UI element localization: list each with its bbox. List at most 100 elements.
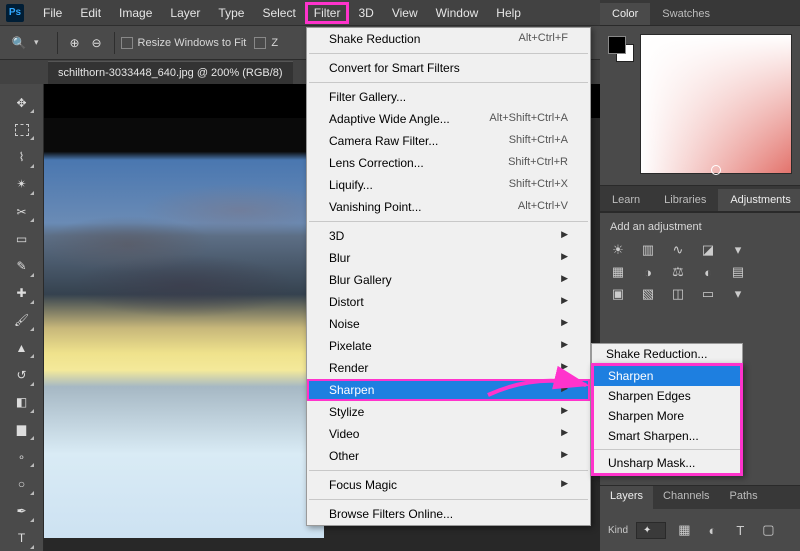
menu-shortcut: Alt+Ctrl+V (518, 200, 568, 214)
color-picker-field[interactable] (640, 34, 792, 174)
blur-tool[interactable]: ∘ (8, 444, 36, 469)
app-logo: Ps (6, 4, 24, 22)
filter-adjust-icon[interactable]: ◐ (702, 521, 722, 539)
sharpen-unsharp-mask[interactable]: Unsharp Mask... (594, 453, 740, 473)
move-tool[interactable]: ✥ (8, 90, 36, 115)
menu-edit[interactable]: Edit (71, 2, 110, 24)
filter-adaptive-wide-angle[interactable]: Adaptive Wide Angle...Alt+Shift+Ctrl+A (307, 108, 590, 130)
bw-icon[interactable]: ◐ (698, 263, 718, 281)
filter-gallery[interactable]: Filter Gallery... (307, 86, 590, 108)
history-brush-tool[interactable]: ↺ (8, 362, 36, 387)
stamp-tool[interactable]: ▲ (8, 335, 36, 360)
filter-video[interactable]: Video (307, 423, 590, 445)
dodge-tool[interactable]: ○ (8, 471, 36, 496)
filter-distort[interactable]: Distort (307, 291, 590, 313)
wand-tool[interactable]: ✴ (8, 172, 36, 197)
tab-adjustments[interactable]: Adjustments (718, 189, 800, 211)
filter-liquify[interactable]: Liquify...Shift+Ctrl+X (307, 174, 590, 196)
filter-type-icon[interactable]: T (730, 521, 750, 539)
menu-type[interactable]: Type (209, 2, 253, 24)
tab-libraries[interactable]: Libraries (652, 189, 718, 211)
checkbox-icon (121, 37, 133, 49)
filter-last-used[interactable]: Shake Reduction Alt+Ctrl+F (307, 28, 590, 50)
poster-icon[interactable]: ▧ (638, 285, 658, 303)
menu-file[interactable]: File (34, 2, 71, 24)
zoom-in-icon[interactable]: ⊕ (64, 32, 86, 54)
gradient-map-icon[interactable]: ▭ (698, 285, 718, 303)
filter-3d[interactable]: 3D (307, 225, 590, 247)
balance-icon[interactable]: ⚖ (668, 263, 688, 281)
zoom-tool-icon[interactable]: 🔍 (8, 32, 30, 54)
eyedropper-tool[interactable]: ✎ (8, 253, 36, 278)
menu-view[interactable]: View (383, 2, 427, 24)
menu-select[interactable]: Select (253, 2, 304, 24)
menu-filter[interactable]: Filter (305, 2, 350, 24)
resize-windows-checkbox[interactable]: Resize Windows to Fit (121, 37, 247, 49)
menu-layer[interactable]: Layer (161, 2, 209, 24)
vibrance-icon[interactable]: ▦ (608, 263, 628, 281)
hue-icon[interactable]: ◑ (638, 263, 658, 281)
gradient-tool[interactable]: ▆ (8, 417, 36, 442)
filter-blur-gallery[interactable]: Blur Gallery (307, 269, 590, 291)
menu-separator (309, 499, 588, 500)
tab-layers[interactable]: Layers (600, 486, 653, 509)
tab-learn[interactable]: Learn (600, 189, 652, 211)
filter-vanishing-point[interactable]: Vanishing Point... Alt+Ctrl+V (307, 196, 590, 218)
caret-icon[interactable]: ▾ (728, 285, 748, 303)
sharpen-smart[interactable]: Smart Sharpen... (594, 426, 740, 446)
sharpen-more[interactable]: Sharpen More (594, 406, 740, 426)
marquee-tool[interactable] (8, 117, 36, 142)
filter-pixel-icon[interactable]: ▦ (674, 521, 694, 539)
crop-tool[interactable]: ✂ (8, 199, 36, 224)
curves-icon[interactable]: ∿ (668, 241, 688, 259)
zoom-all-checkbox[interactable]: Z (254, 37, 278, 49)
zoom-out-icon[interactable]: ⊖ (86, 32, 108, 54)
type-tool[interactable]: T (8, 526, 36, 551)
frame-tool[interactable]: ▭ (8, 226, 36, 251)
menu-label: Sharpen (329, 383, 374, 397)
filter-focus-magic[interactable]: Focus Magic (307, 474, 590, 496)
brightness-icon[interactable]: ☀ (608, 241, 628, 259)
filter-other[interactable]: Other (307, 445, 590, 467)
grid-icon[interactable]: ▤ (728, 263, 748, 281)
dropdown-caret-icon[interactable]: ▾ (34, 37, 39, 48)
invert-icon[interactable]: ▣ (608, 285, 628, 303)
foreground-swatch[interactable] (608, 36, 626, 54)
sharpen-edges[interactable]: Sharpen Edges (594, 386, 740, 406)
heal-tool[interactable]: ✚ (8, 281, 36, 306)
sharpen-shake-reduction[interactable]: Shake Reduction... (592, 344, 742, 364)
filter-shape-icon[interactable]: ▢ (758, 521, 778, 539)
eraser-tool[interactable]: ◧ (8, 390, 36, 415)
threshold-icon[interactable]: ◫ (668, 285, 688, 303)
tab-swatches[interactable]: Swatches (650, 3, 722, 25)
menu-label: Smart Sharpen... (608, 429, 699, 443)
lasso-tool[interactable]: ⌇ (8, 144, 36, 169)
menu-label: Vanishing Point... (329, 200, 422, 214)
menu-help[interactable]: Help (487, 2, 530, 24)
tab-paths[interactable]: Paths (720, 486, 768, 509)
filter-camera-raw[interactable]: Camera Raw Filter...Shift+Ctrl+A (307, 130, 590, 152)
kind-select[interactable]: ✦ (636, 522, 666, 539)
menu-image[interactable]: Image (110, 2, 161, 24)
filter-browse-online[interactable]: Browse Filters Online... (307, 503, 590, 525)
filter-pixelate[interactable]: Pixelate (307, 335, 590, 357)
tab-color[interactable]: Color (600, 3, 650, 25)
sharpen-sharpen[interactable]: Sharpen (594, 366, 740, 386)
filter-noise[interactable]: Noise (307, 313, 590, 335)
filter-lens-correction[interactable]: Lens Correction...Shift+Ctrl+R (307, 152, 590, 174)
menu-window[interactable]: Window (427, 2, 488, 24)
menu-3d[interactable]: 3D (349, 2, 382, 24)
tab-channels[interactable]: Channels (653, 486, 719, 509)
document-tab[interactable]: schilthorn-3033448_640.jpg @ 200% (RGB/8… (48, 61, 293, 84)
color-swatches[interactable] (608, 36, 634, 62)
caret-icon[interactable]: ▾ (728, 241, 748, 259)
menu-shortcut: Shift+Ctrl+A (509, 134, 568, 148)
exposure-icon[interactable]: ◪ (698, 241, 718, 259)
levels-icon[interactable]: ▥ (638, 241, 658, 259)
filter-blur[interactable]: Blur (307, 247, 590, 269)
filter-convert-smart[interactable]: Convert for Smart Filters (307, 57, 590, 79)
filter-render[interactable]: Render (307, 357, 590, 379)
pen-tool[interactable]: ✒ (8, 499, 36, 524)
menu-label: Browse Filters Online... (329, 507, 453, 521)
brush-tool[interactable]: 🖌 (8, 308, 36, 333)
